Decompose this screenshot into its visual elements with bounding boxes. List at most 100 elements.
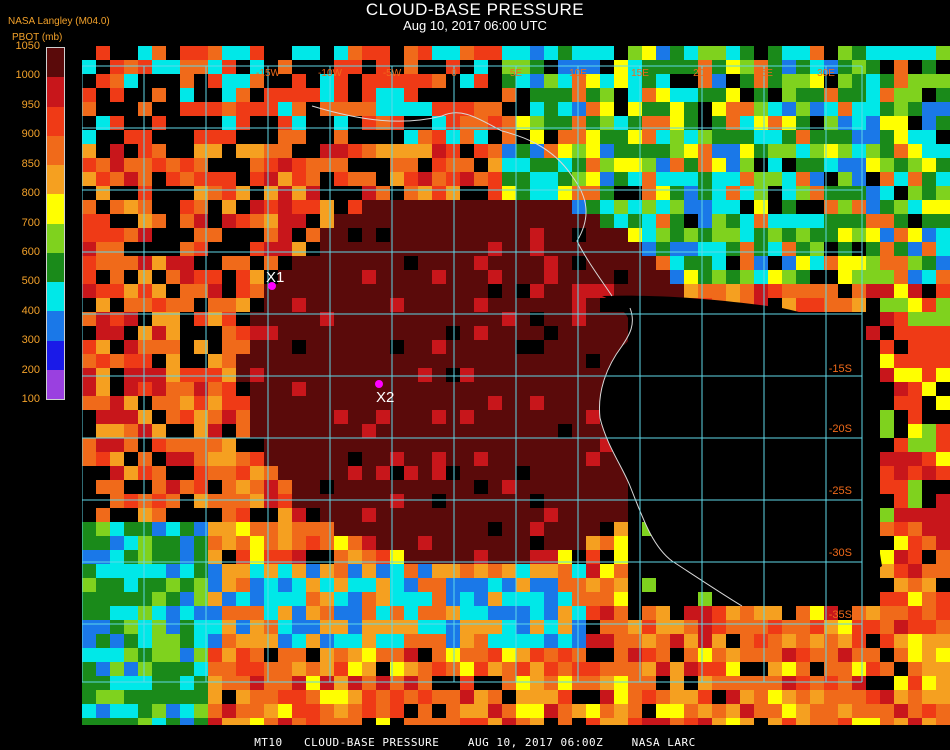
cloud-cell <box>642 690 656 704</box>
cloud-cell <box>96 340 110 354</box>
cloud-cell <box>180 536 194 550</box>
cloud-cell <box>726 620 740 634</box>
longitude-label: 30E <box>817 68 835 79</box>
cloud-cell <box>236 284 250 298</box>
cloud-cell <box>362 298 376 312</box>
cloud-cell <box>446 718 460 732</box>
cloud-cell <box>502 88 516 102</box>
cloud-cell <box>726 270 740 284</box>
cloud-cell <box>796 130 810 144</box>
cloud-cell <box>138 410 152 424</box>
cloud-cell <box>656 242 670 256</box>
cloud-cell <box>124 704 138 718</box>
cloud-cell <box>474 410 488 424</box>
cloud-cell <box>852 606 866 620</box>
cloud-cell <box>866 326 880 340</box>
cloud-cell <box>530 326 544 340</box>
cloud-cell <box>880 620 894 634</box>
cloud-cell <box>250 102 264 116</box>
cloud-cell <box>152 522 166 536</box>
cloud-cell <box>474 620 488 634</box>
cloud-cell <box>124 662 138 676</box>
cloud-cell <box>712 634 726 648</box>
cloud-cell <box>852 158 866 172</box>
cloud-cell <box>82 676 96 690</box>
cloud-cell <box>614 200 628 214</box>
cloud-cell <box>698 620 712 634</box>
cloud-cell <box>82 662 96 676</box>
cloud-cell <box>530 200 544 214</box>
cloud-cell <box>558 718 572 732</box>
cloud-cell <box>530 452 544 466</box>
cloud-cell <box>516 564 530 578</box>
cloud-cell <box>936 396 950 410</box>
cloud-cell <box>236 522 250 536</box>
cloud-cell <box>446 228 460 242</box>
cloud-cell <box>376 340 390 354</box>
cloud-cell <box>222 326 236 340</box>
cloud-cell <box>488 270 502 284</box>
cloud-cell <box>180 704 194 718</box>
cloud-cell <box>334 214 348 228</box>
cloud-cell <box>656 102 670 116</box>
cloud-cell <box>278 676 292 690</box>
cloud-cell <box>124 620 138 634</box>
cloud-cell <box>908 228 922 242</box>
cloud-cell <box>922 690 936 704</box>
cloud-cell <box>278 298 292 312</box>
cloud-cell <box>264 494 278 508</box>
cloud-cell <box>82 536 96 550</box>
cloud-cell <box>306 690 320 704</box>
cloud-cell <box>404 172 418 186</box>
cloud-cell <box>768 662 782 676</box>
cloud-cell <box>404 662 418 676</box>
cloud-cell <box>488 480 502 494</box>
cloud-cell <box>250 704 264 718</box>
cloud-cell <box>488 144 502 158</box>
cloud-cell <box>390 690 404 704</box>
cloud-cell <box>306 284 320 298</box>
cloud-cell <box>810 690 824 704</box>
cloud-cell <box>460 536 474 550</box>
cloud-cell <box>432 690 446 704</box>
cloud-cell <box>82 354 96 368</box>
cloud-cell <box>572 648 586 662</box>
cloud-cell <box>656 270 670 284</box>
cloud-cell <box>782 690 796 704</box>
cloud-cell <box>726 144 740 158</box>
cloud-cell <box>460 396 474 410</box>
cloud-cell <box>236 606 250 620</box>
cloud-cell <box>166 690 180 704</box>
cloud-cell <box>502 578 516 592</box>
cloud-cell <box>432 508 446 522</box>
cloud-cell <box>922 634 936 648</box>
cloud-cell <box>894 690 908 704</box>
cloud-cell <box>474 648 488 662</box>
cloud-cell <box>908 662 922 676</box>
cloud-cell <box>96 284 110 298</box>
cloud-cell <box>222 60 236 74</box>
cloud-cell <box>488 634 502 648</box>
cloud-cell <box>866 144 880 158</box>
cloud-cell <box>894 494 908 508</box>
cloud-cell <box>558 354 572 368</box>
cloud-cell <box>320 284 334 298</box>
cloud-cell <box>348 592 362 606</box>
cloud-cell <box>558 130 572 144</box>
cloud-cell <box>502 158 516 172</box>
cloud-cell <box>754 144 768 158</box>
cloud-cell <box>418 634 432 648</box>
cloud-cell <box>432 144 446 158</box>
cloud-cell <box>908 718 922 732</box>
cloud-cell <box>600 592 614 606</box>
cloud-cell <box>936 494 950 508</box>
cloud-cell <box>348 284 362 298</box>
cloud-cell <box>180 158 194 172</box>
cloud-cell <box>348 214 362 228</box>
cloud-cell <box>82 704 96 718</box>
cloud-cell <box>306 494 320 508</box>
cloud-cell <box>418 536 432 550</box>
cloud-cell <box>460 340 474 354</box>
cloud-cell <box>474 200 488 214</box>
cloud-cell <box>908 704 922 718</box>
